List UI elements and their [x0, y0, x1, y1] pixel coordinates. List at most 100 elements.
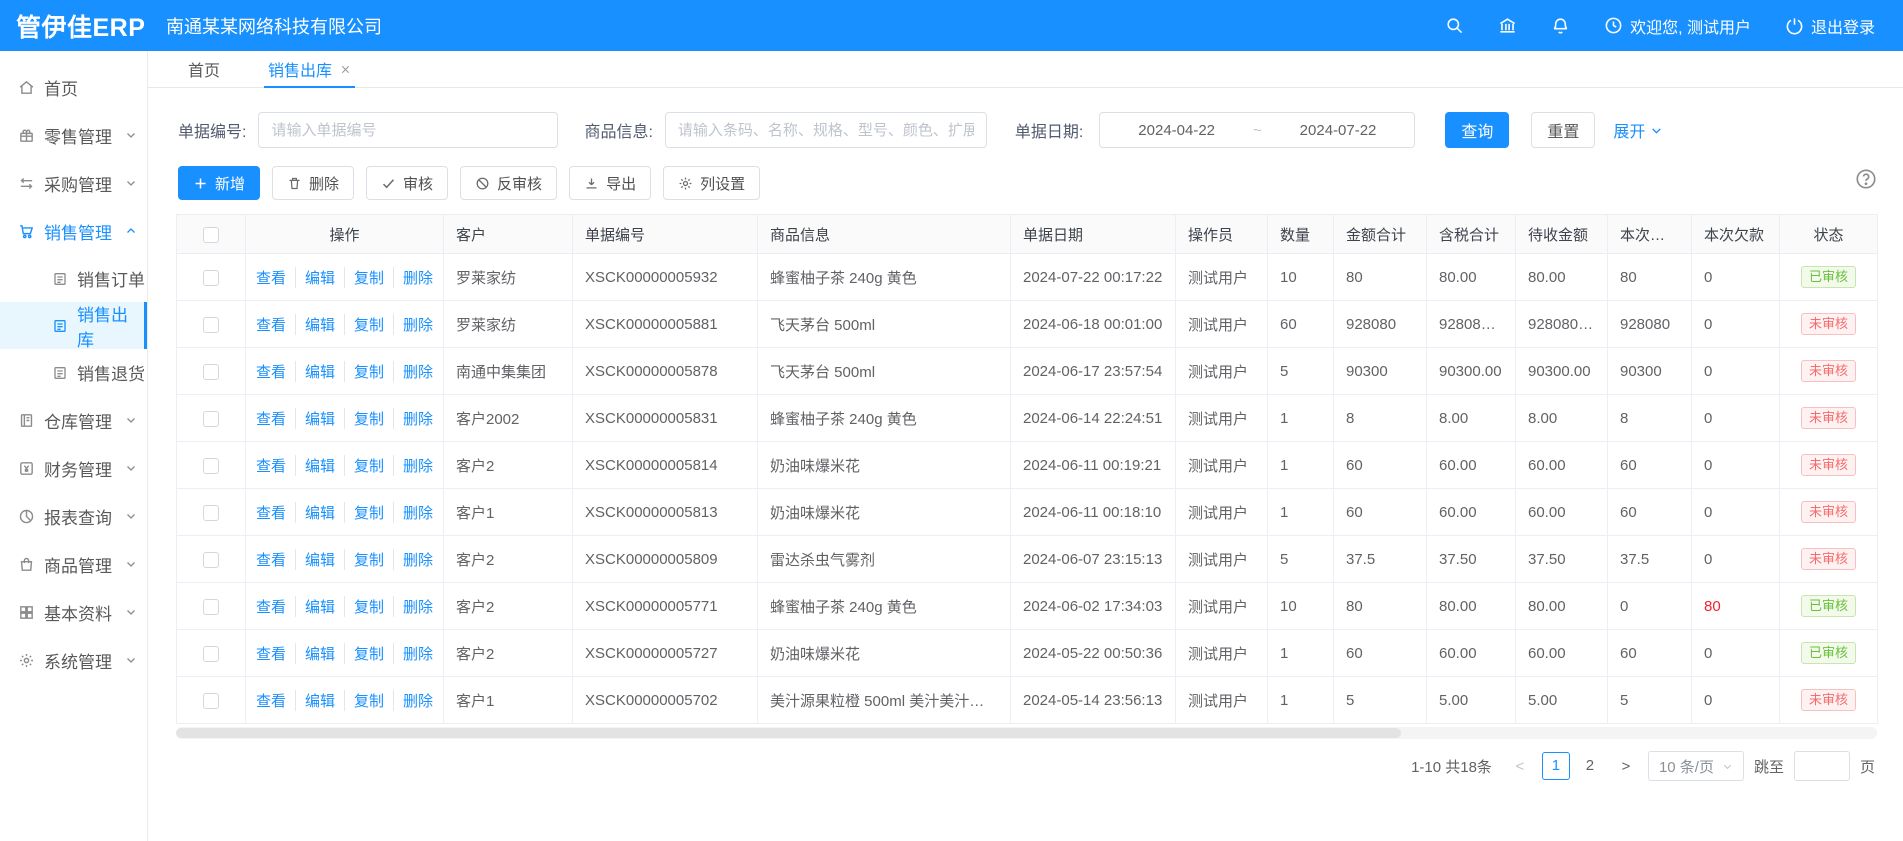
- select-all-checkbox[interactable]: [203, 227, 219, 243]
- close-icon[interactable]: [340, 64, 351, 75]
- doc-no-input[interactable]: [258, 112, 558, 148]
- unaudit-button[interactable]: 反审核: [460, 166, 557, 200]
- sidebar-item-product[interactable]: 商品管理: [0, 540, 147, 588]
- copy-link[interactable]: 复制: [344, 549, 393, 570]
- bell-icon[interactable]: [1551, 16, 1570, 35]
- doc-icon: [52, 318, 68, 334]
- sidebar-item-report[interactable]: 报表查询: [0, 492, 147, 540]
- edit-link[interactable]: 编辑: [295, 643, 344, 664]
- horizontal-scrollbar[interactable]: [176, 727, 1877, 739]
- search-button[interactable]: 查询: [1445, 112, 1509, 148]
- delete-link[interactable]: 删除: [393, 596, 442, 617]
- row-checkbox[interactable]: [203, 693, 219, 709]
- row-checkbox[interactable]: [203, 364, 219, 380]
- edit-link[interactable]: 编辑: [295, 267, 344, 288]
- edit-link[interactable]: 编辑: [295, 361, 344, 382]
- row-checkbox[interactable]: [203, 505, 219, 521]
- delete-link[interactable]: 删除: [393, 690, 442, 711]
- sidebar-item-retail[interactable]: 零售管理: [0, 111, 147, 159]
- audit-button[interactable]: 审核: [366, 166, 448, 200]
- cell-qty: 60: [1268, 301, 1334, 348]
- delete-link[interactable]: 删除: [393, 549, 442, 570]
- date-from-value[interactable]: 2024-04-22: [1138, 122, 1215, 139]
- edit-link[interactable]: 编辑: [295, 549, 344, 570]
- page-number-1[interactable]: 1: [1542, 752, 1570, 780]
- view-link[interactable]: 查看: [247, 361, 295, 382]
- delete-link[interactable]: 删除: [393, 502, 442, 523]
- copy-link[interactable]: 复制: [344, 267, 393, 288]
- logout-button[interactable]: 退出登录: [1785, 14, 1875, 38]
- view-link[interactable]: 查看: [247, 455, 295, 476]
- delete-link[interactable]: 删除: [393, 361, 442, 382]
- view-link[interactable]: 查看: [247, 596, 295, 617]
- reset-button[interactable]: 重置: [1531, 112, 1595, 148]
- sidebar-item-sales[interactable]: 销售管理: [0, 207, 147, 255]
- edit-link[interactable]: 编辑: [295, 314, 344, 335]
- export-button[interactable]: 导出: [569, 166, 651, 200]
- edit-link[interactable]: 编辑: [295, 502, 344, 523]
- row-checkbox[interactable]: [203, 270, 219, 286]
- delete-link[interactable]: 删除: [393, 314, 442, 335]
- delete-link[interactable]: 删除: [393, 408, 442, 429]
- column-settings-button[interactable]: 列设置: [663, 166, 760, 200]
- tab-home[interactable]: 首页: [188, 51, 220, 87]
- chevron-down-icon: [125, 129, 137, 141]
- help-icon[interactable]: [1855, 168, 1877, 190]
- edit-link[interactable]: 编辑: [295, 596, 344, 617]
- delete-button[interactable]: 删除: [272, 166, 354, 200]
- row-checkbox[interactable]: [203, 552, 219, 568]
- delete-link[interactable]: 删除: [393, 455, 442, 476]
- row-checkbox[interactable]: [203, 317, 219, 333]
- view-link[interactable]: 查看: [247, 408, 295, 429]
- edit-link[interactable]: 编辑: [295, 455, 344, 476]
- view-link[interactable]: 查看: [247, 690, 295, 711]
- view-link[interactable]: 查看: [247, 267, 295, 288]
- edit-link[interactable]: 编辑: [295, 690, 344, 711]
- product-info-input[interactable]: [665, 112, 987, 148]
- sidebar-subitem-sales-order[interactable]: 销售订单: [0, 255, 147, 302]
- copy-link[interactable]: 复制: [344, 596, 393, 617]
- welcome-user[interactable]: 欢迎您, 测试用户: [1604, 14, 1751, 38]
- copy-link[interactable]: 复制: [344, 690, 393, 711]
- edit-link[interactable]: 编辑: [295, 408, 344, 429]
- copy-link[interactable]: 复制: [344, 455, 393, 476]
- view-link[interactable]: 查看: [247, 314, 295, 335]
- delete-link[interactable]: 删除: [393, 267, 442, 288]
- jump-to-input[interactable]: [1794, 751, 1850, 781]
- sidebar-item-system[interactable]: 系统管理: [0, 636, 147, 684]
- sidebar-item-finance[interactable]: 财务管理: [0, 444, 147, 492]
- view-link[interactable]: 查看: [247, 549, 295, 570]
- search-icon[interactable]: [1445, 16, 1464, 35]
- date-to-value[interactable]: 2024-07-22: [1300, 122, 1377, 139]
- expand-filters-link[interactable]: 展开: [1613, 118, 1663, 142]
- copy-link[interactable]: 复制: [344, 502, 393, 523]
- scrollbar-thumb[interactable]: [176, 728, 1401, 738]
- copy-link[interactable]: 复制: [344, 314, 393, 335]
- page-number-2[interactable]: 2: [1576, 752, 1604, 780]
- row-checkbox[interactable]: [203, 458, 219, 474]
- sidebar-subitem-sales-return[interactable]: 销售退货: [0, 349, 147, 396]
- copy-link[interactable]: 复制: [344, 408, 393, 429]
- view-link[interactable]: 查看: [247, 502, 295, 523]
- sidebar-item-basic-data[interactable]: 基本资料: [0, 588, 147, 636]
- row-checkbox[interactable]: [203, 599, 219, 615]
- next-page-button[interactable]: >: [1614, 758, 1638, 775]
- row-checkbox[interactable]: [203, 411, 219, 427]
- sidebar-subitem-sales-outbound[interactable]: 销售出库: [0, 302, 147, 349]
- prev-page-button[interactable]: <: [1508, 758, 1532, 775]
- add-button[interactable]: 新增: [178, 166, 260, 200]
- sidebar-item-home[interactable]: 首页: [0, 63, 147, 111]
- bank-icon[interactable]: [1498, 16, 1517, 35]
- date-range-picker[interactable]: 2024-04-22 ~ 2024-07-22: [1099, 112, 1415, 148]
- row-checkbox[interactable]: [203, 646, 219, 662]
- page-size-select[interactable]: 10 条/页: [1648, 751, 1744, 781]
- copy-link[interactable]: 复制: [344, 361, 393, 382]
- delete-link[interactable]: 删除: [393, 643, 442, 664]
- col-received: 本次收款: [1608, 215, 1692, 254]
- tab-sales-outbound[interactable]: 销售出库: [268, 51, 351, 87]
- sidebar-item-purchase[interactable]: 采购管理: [0, 159, 147, 207]
- sidebar-item-label: 基本资料: [44, 600, 112, 625]
- copy-link[interactable]: 复制: [344, 643, 393, 664]
- view-link[interactable]: 查看: [247, 643, 295, 664]
- sidebar-item-warehouse[interactable]: 仓库管理: [0, 396, 147, 444]
